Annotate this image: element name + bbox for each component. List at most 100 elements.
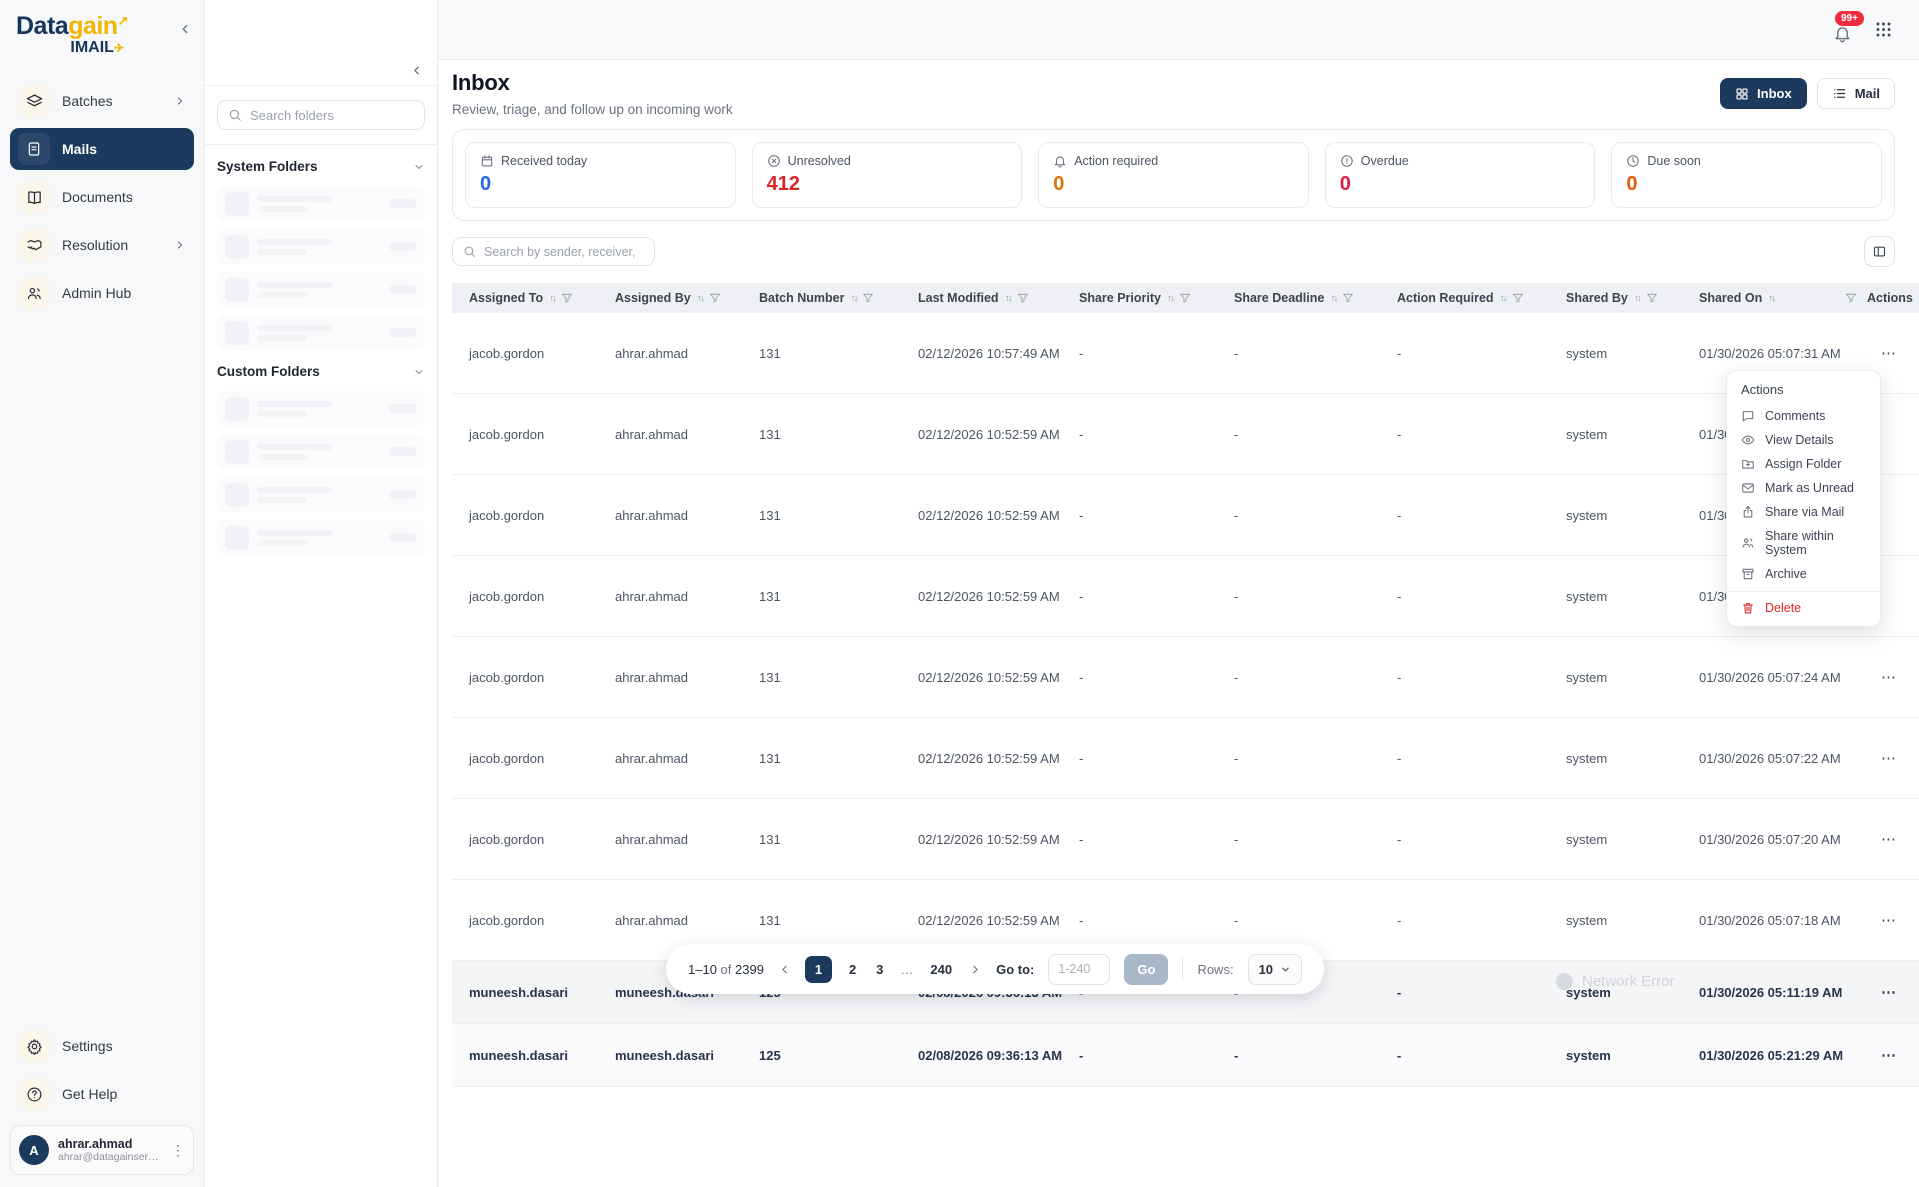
sidebar-item-label: Mails: [62, 141, 97, 157]
grid-view-icon: [1735, 87, 1749, 101]
page-subtitle: Review, triage, and follow up on incomin…: [452, 102, 733, 117]
go-button[interactable]: Go: [1124, 954, 1168, 985]
row-actions-icon[interactable]: ⋯: [1867, 983, 1919, 1001]
table-row[interactable]: jacob.gordonahrar.ahmad13102/12/2026 10:…: [452, 475, 1919, 556]
stat-value: 0: [480, 173, 721, 196]
menu-item-mark-unread[interactable]: Mark as Unread: [1727, 476, 1880, 500]
row-actions-icon[interactable]: ⋯: [1867, 830, 1919, 848]
table-row[interactable]: jacob.gordonahrar.ahmad13102/12/2026 10:…: [452, 394, 1919, 475]
sort-icon[interactable]: ↑↓: [850, 293, 856, 304]
kebab-menu-icon[interactable]: ⋮: [171, 1142, 185, 1159]
table-row[interactable]: jacob.gordonahrar.ahmad13102/12/2026 10:…: [452, 313, 1919, 394]
system-folders-title: System Folders: [217, 159, 318, 174]
page-number[interactable]: 3: [873, 962, 886, 977]
app-logo: Datagain↗ IMAIL✈: [16, 14, 128, 56]
archive-icon: [1741, 567, 1755, 581]
logo-plane-icon: ✈: [114, 41, 124, 55]
chevron-down-icon: [413, 366, 425, 378]
menu-item-view-details[interactable]: View Details: [1727, 428, 1880, 452]
column-label: Shared On: [1699, 291, 1762, 305]
sort-icon[interactable]: ↑↓: [1634, 293, 1640, 304]
column-label: Share Deadline: [1234, 291, 1324, 305]
sidebar-item-settings[interactable]: Settings: [10, 1025, 194, 1067]
sidebar-collapse-icon[interactable]: [178, 22, 192, 36]
column-label: Assigned By: [615, 291, 691, 305]
folder-search[interactable]: [217, 100, 425, 130]
sidebar-item-get-help[interactable]: Get Help: [10, 1073, 194, 1115]
sidebar-item-resolution[interactable]: Resolution: [10, 224, 194, 266]
sort-icon[interactable]: ↑↓: [1005, 293, 1011, 304]
table-row[interactable]: jacob.gordonahrar.ahmad13102/12/2026 10:…: [452, 556, 1919, 637]
row-actions-icon[interactable]: ⋯: [1867, 1046, 1919, 1064]
custom-folders-header[interactable]: Custom Folders: [217, 364, 425, 379]
sort-icon[interactable]: ↑↓: [1167, 293, 1173, 304]
filter-funnel-icon[interactable]: [1646, 292, 1658, 304]
menu-item-delete[interactable]: Delete: [1727, 596, 1880, 620]
apps-grid-icon[interactable]: [1874, 20, 1893, 39]
inbox-view-button[interactable]: Inbox: [1720, 78, 1807, 109]
folder-search-input[interactable]: [250, 108, 414, 123]
rows-per-page-label: Rows:: [1197, 962, 1233, 977]
trash-icon: [1741, 601, 1755, 615]
page-number-last[interactable]: 240: [927, 962, 955, 977]
stat-label: Due soon: [1647, 154, 1701, 168]
menu-item-comments[interactable]: Comments: [1727, 404, 1880, 428]
filter-funnel-icon[interactable]: [709, 292, 721, 304]
sort-icon[interactable]: ↑↓: [697, 293, 703, 304]
filter-funnel-icon[interactable]: [1017, 292, 1029, 304]
notifications-bell-icon[interactable]: 99+: [1833, 24, 1852, 43]
row-actions-icon[interactable]: ⋯: [1867, 344, 1919, 362]
table-search-input[interactable]: [484, 245, 644, 259]
menu-item-assign-folder[interactable]: Assign Folder: [1727, 452, 1880, 476]
sidebar-item-label: Documents: [62, 189, 133, 205]
mails-document-icon: [18, 133, 50, 165]
rows-per-page-select[interactable]: 10: [1248, 954, 1302, 985]
sort-icon[interactable]: ↑↓: [1330, 293, 1336, 304]
sidebar-item-mails[interactable]: Mails: [10, 128, 194, 170]
chevron-right-icon[interactable]: [174, 95, 186, 107]
filter-funnel-icon[interactable]: [1845, 292, 1857, 304]
filter-funnel-icon[interactable]: [862, 292, 874, 304]
page-number-current[interactable]: 1: [805, 956, 832, 983]
sidebar-item-batches[interactable]: Batches: [10, 80, 194, 122]
filter-funnel-icon[interactable]: [561, 292, 573, 304]
notification-count-badge: 99+: [1835, 11, 1864, 26]
row-actions-icon[interactable]: ⋯: [1867, 911, 1919, 929]
menu-item-archive[interactable]: Archive: [1727, 562, 1880, 586]
mail-view-button[interactable]: Mail: [1817, 78, 1895, 109]
search-icon: [463, 245, 476, 258]
table-row[interactable]: jacob.gordonahrar.ahmad13102/12/2026 10:…: [452, 718, 1919, 799]
column-settings-button[interactable]: [1864, 236, 1895, 267]
system-folders-header[interactable]: System Folders: [217, 159, 425, 174]
folder-panel-collapse-icon[interactable]: [410, 64, 423, 77]
goto-page-input[interactable]: [1048, 954, 1110, 985]
table-row[interactable]: jacob.gordonahrar.ahmad13102/12/2026 10:…: [452, 799, 1919, 880]
filter-funnel-icon[interactable]: [1512, 292, 1524, 304]
filter-funnel-icon[interactable]: [1342, 292, 1354, 304]
table-row-unread[interactable]: muneesh.dasarimuneesh.dasari12502/08/202…: [452, 1024, 1919, 1087]
table-search[interactable]: [452, 237, 655, 266]
page-number[interactable]: 2: [846, 962, 859, 977]
chevron-right-icon[interactable]: [174, 239, 186, 251]
sidebar-item-admin-hub[interactable]: Admin Hub: [10, 272, 194, 314]
prev-page-icon[interactable]: [778, 963, 791, 976]
filter-funnel-icon[interactable]: [1179, 292, 1191, 304]
sidebar-item-documents[interactable]: Documents: [10, 176, 194, 218]
sort-icon[interactable]: ↑↓: [1500, 293, 1506, 304]
folder-skeleton: [217, 272, 425, 307]
pagination-range: 1–10 of 2399: [688, 962, 764, 977]
menu-item-share-system[interactable]: Share within System: [1727, 524, 1880, 562]
row-actions-icon[interactable]: ⋯: [1867, 668, 1919, 686]
sort-icon[interactable]: ↑↓: [549, 293, 555, 304]
clock-icon: [1626, 154, 1640, 168]
gear-icon: [18, 1030, 50, 1062]
stat-label: Unresolved: [788, 154, 851, 168]
chevron-down-icon: [413, 161, 425, 173]
next-page-icon[interactable]: [969, 963, 982, 976]
table-row[interactable]: jacob.gordonahrar.ahmad13102/12/2026 10:…: [452, 637, 1919, 718]
sort-icon[interactable]: ↑↓: [1768, 293, 1774, 304]
sidebar-item-label: Batches: [62, 93, 113, 109]
row-actions-icon[interactable]: ⋯: [1867, 749, 1919, 767]
menu-item-share-mail[interactable]: Share via Mail: [1727, 500, 1880, 524]
user-profile-card[interactable]: A ahrar.ahmad ahrar@datagainservice... ⋮: [10, 1125, 194, 1175]
